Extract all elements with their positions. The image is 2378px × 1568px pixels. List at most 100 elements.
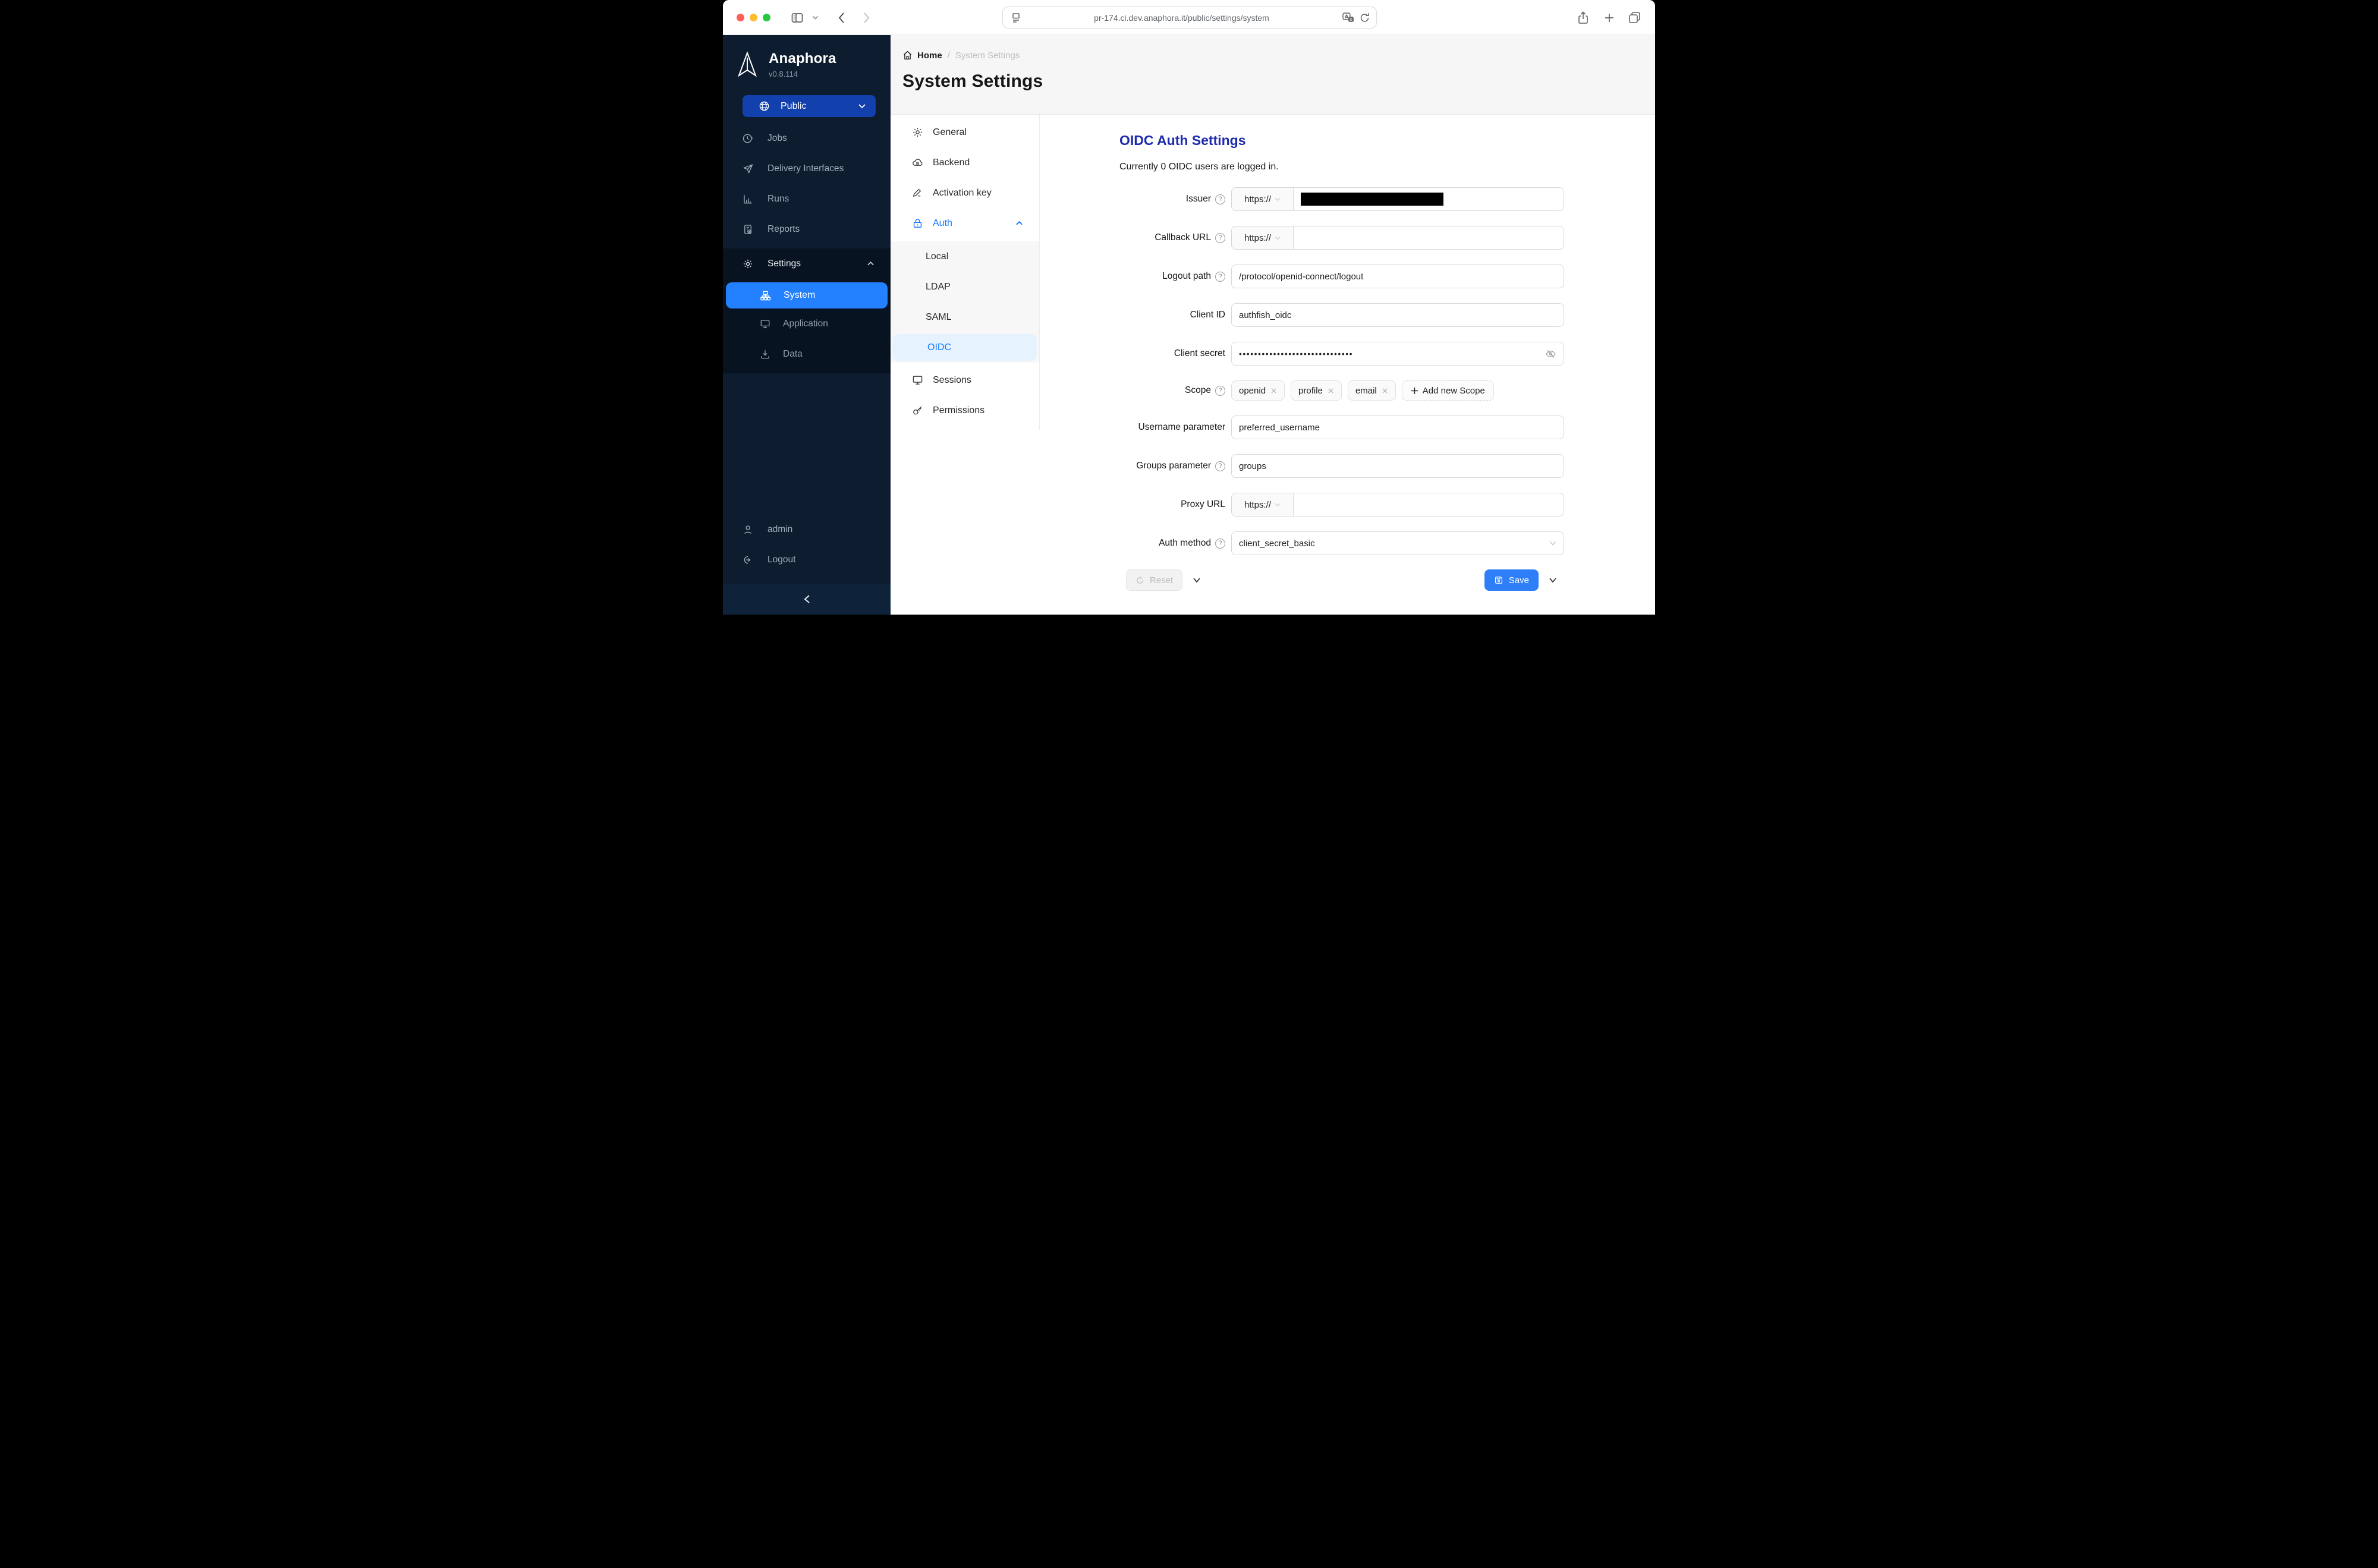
settings-nav-ldap[interactable]: LDAP	[891, 272, 1039, 302]
settings-nav-general[interactable]: General	[891, 117, 1039, 147]
settings-nav-sessions[interactable]: Sessions	[891, 365, 1039, 395]
forward-button[interactable]	[860, 11, 872, 24]
auth-method-value: client_secret_basic	[1239, 538, 1315, 549]
chevron-down-icon	[1275, 503, 1281, 507]
settings-nav-auth[interactable]: Auth	[891, 208, 1039, 238]
username-parameter-row: Username parameter	[1040, 415, 1655, 439]
proxy-url-row: Proxy URL https://	[1040, 493, 1655, 517]
add-scope-button[interactable]: Add new Scope	[1401, 380, 1494, 401]
auth-method-select[interactable]: client_secret_basic	[1231, 531, 1564, 555]
help-icon[interactable]: ?	[1215, 538, 1225, 549]
close-window-button[interactable]	[737, 14, 744, 21]
sidebar-item-system[interactable]: System	[726, 282, 888, 308]
workspace-label: Public	[781, 100, 807, 111]
sidebar-item-settings[interactable]: Settings	[723, 248, 891, 279]
save-floppy-icon	[1494, 575, 1503, 585]
globe-icon	[759, 100, 770, 112]
page-title: System Settings	[902, 71, 1043, 91]
scope-row: Scope? openid profile email Add new Scop…	[1040, 380, 1655, 401]
tab-overview-icon[interactable]	[1628, 11, 1641, 24]
issuer-input[interactable]	[1294, 188, 1564, 210]
help-icon[interactable]: ?	[1215, 194, 1225, 204]
issuer-protocol-select[interactable]: https://	[1232, 188, 1294, 210]
sidebar-collapse-button[interactable]	[723, 584, 891, 615]
remove-icon[interactable]	[1270, 388, 1277, 394]
anaphora-logo-icon	[736, 51, 759, 79]
home-icon	[902, 50, 913, 61]
chevron-up-icon	[867, 261, 875, 266]
proxy-url-input[interactable]	[1294, 493, 1564, 516]
svg-text:x: x	[1350, 17, 1352, 22]
chevron-down-icon	[1549, 541, 1556, 546]
sidebar-item-reports[interactable]: Reports	[723, 214, 891, 244]
sidebar-item-label: Settings	[767, 258, 801, 269]
callback-protocol-select[interactable]: https://	[1232, 226, 1294, 249]
plus-icon	[1411, 387, 1418, 395]
username-label: admin	[767, 524, 793, 534]
new-tab-icon[interactable]	[1603, 12, 1615, 24]
minimize-window-button[interactable]	[750, 14, 757, 21]
reset-button[interactable]: Reset	[1126, 569, 1183, 591]
send-icon	[743, 163, 753, 174]
report-document-icon	[743, 224, 753, 235]
reset-options-chevron-icon[interactable]	[1193, 577, 1201, 583]
settings-nav-label: Local	[926, 251, 949, 262]
client-secret-input[interactable]	[1232, 349, 1545, 358]
save-options-chevron-icon[interactable]	[1549, 577, 1557, 583]
groups-parameter-label: Groups parameter	[1136, 461, 1211, 471]
groups-parameter-input[interactable]	[1232, 461, 1564, 471]
sidebar-item-data[interactable]: Data	[723, 339, 891, 369]
callback-url-label: Callback URL	[1155, 232, 1211, 243]
sidebar-item-logout[interactable]: Logout	[723, 544, 891, 575]
url-text[interactable]: pr-174.ci.dev.anaphora.it/public/setting…	[1021, 13, 1342, 23]
client-id-input[interactable]	[1232, 310, 1564, 320]
settings-nav-permissions[interactable]: Permissions	[891, 395, 1039, 426]
username-parameter-input[interactable]	[1232, 422, 1564, 433]
breadcrumb-home[interactable]: Home	[902, 50, 942, 61]
help-icon[interactable]: ?	[1215, 385, 1225, 396]
help-icon[interactable]: ?	[1215, 271, 1225, 282]
reload-icon[interactable]	[1360, 12, 1370, 23]
brand-name: Anaphora	[769, 51, 836, 67]
sidebar-toggle-icon[interactable]	[790, 11, 804, 25]
logout-path-row: Logout path?	[1040, 265, 1655, 288]
settings-nav-local[interactable]: Local	[891, 241, 1039, 272]
protocol-label: https://	[1244, 232, 1272, 243]
settings-nav-backend[interactable]: Backend	[891, 147, 1039, 178]
scope-chip-label: profile	[1298, 385, 1323, 396]
save-button[interactable]: Save	[1484, 569, 1539, 591]
sidebar-item-label: Jobs	[767, 133, 787, 143]
sidebar-item-jobs[interactable]: Jobs	[723, 123, 891, 153]
eye-invisible-icon[interactable]	[1545, 348, 1556, 360]
scope-label: Scope	[1185, 385, 1211, 395]
groups-parameter-row: Groups parameter?	[1040, 454, 1655, 478]
download-icon	[760, 349, 770, 360]
back-button[interactable]	[836, 11, 848, 24]
translate-icon[interactable]: Ax	[1342, 12, 1355, 24]
zoom-window-button[interactable]	[763, 14, 770, 21]
proxy-protocol-select[interactable]: https://	[1232, 493, 1294, 516]
logout-path-input[interactable]	[1232, 271, 1564, 282]
share-icon[interactable]	[1577, 11, 1590, 25]
address-bar[interactable]: pr-174.ci.dev.anaphora.it/public/setting…	[1002, 7, 1377, 29]
save-label: Save	[1508, 575, 1529, 585]
help-icon[interactable]: ?	[1215, 232, 1225, 243]
settings-nav-saml[interactable]: SAML	[891, 302, 1039, 332]
sidebar-menu-chevron-icon[interactable]	[812, 15, 819, 20]
sidebar-item-user[interactable]: admin	[723, 514, 891, 544]
remove-icon[interactable]	[1382, 388, 1388, 394]
sidebar-item-runs[interactable]: Runs	[723, 184, 891, 214]
settings-nav-oidc[interactable]: OIDC	[892, 334, 1037, 361]
remove-icon[interactable]	[1328, 388, 1334, 394]
callback-url-input[interactable]	[1294, 226, 1564, 249]
sidebar-item-application[interactable]: Application	[723, 308, 891, 339]
workspace-selector[interactable]: Public	[743, 95, 876, 117]
settings-nav-activation-key[interactable]: Activation key	[891, 178, 1039, 208]
sidebar-item-delivery-interfaces[interactable]: Delivery Interfaces	[723, 153, 891, 184]
proxy-url-label: Proxy URL	[1181, 499, 1225, 509]
help-icon[interactable]: ?	[1215, 461, 1225, 471]
settings-nav-label: Permissions	[933, 405, 985, 415]
add-scope-label: Add new Scope	[1422, 385, 1485, 396]
page-format-icon[interactable]	[1011, 12, 1021, 24]
app-version: v0.8.114	[769, 70, 798, 78]
